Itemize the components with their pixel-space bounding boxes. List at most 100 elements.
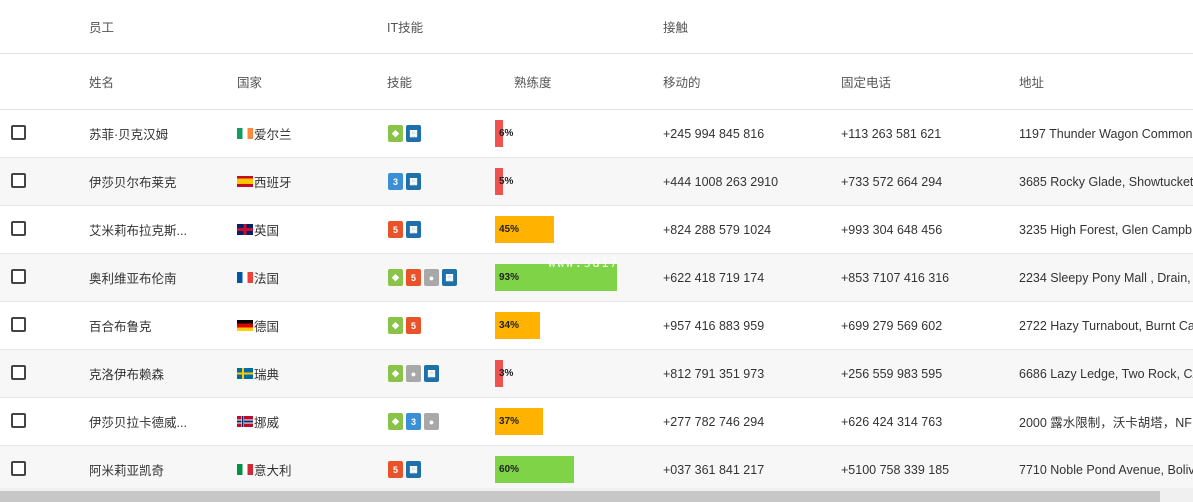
cell-mobile[interactable]: +245 994 845 816 (663, 110, 833, 157)
cell-proficiency[interactable]: 5% (495, 158, 645, 205)
cell-skills[interactable]: 5 ▦ (388, 206, 488, 253)
cell-country[interactable]: 西班牙 (237, 158, 367, 205)
column-header-skills[interactable]: 技能 (387, 54, 412, 109)
cell-mobile[interactable]: +824 288 579 1024 (663, 206, 833, 253)
proficiency-bar: 5% (495, 168, 513, 195)
windows-icon: ▦ (406, 461, 421, 478)
cell-address[interactable]: 3685 Rocky Glade, Showtucket (1019, 158, 1193, 205)
cell-name[interactable]: 奥利维亚布伦南 (89, 254, 197, 301)
cell-landline[interactable]: +993 304 648 456 (841, 206, 1011, 253)
table-row[interactable]: 百合布鲁克 德国 ◆ 5 34% +957 416 883 959 +699 279 569… (0, 302, 1193, 350)
employee-grid: 员工 IT技能 接触 姓名 国家 技能 熟练度 移动的 固定电话 地址 苏菲·贝… (0, 0, 1193, 494)
group-header-it-skills[interactable]: IT技能 (387, 0, 423, 53)
proficiency-label: 34% (499, 320, 520, 331)
cell-mobile[interactable]: +037 361 841 217 (663, 446, 833, 493)
cell-name[interactable]: 伊莎贝尔布莱克 (89, 158, 197, 205)
cell-country[interactable]: 英国 (237, 206, 367, 253)
es-flag-icon (237, 176, 253, 187)
cell-mobile[interactable]: +957 416 883 959 (663, 302, 833, 349)
cell-skills[interactable]: 5 ▦ (388, 446, 488, 493)
table-row[interactable]: 苏菲·贝克汉姆 爱尔兰 ◆ ▦ 6% +245 994 845 816 +113 263 5… (0, 110, 1193, 158)
android-icon: ◆ (388, 269, 403, 286)
cell-landline[interactable]: +5100 758 339 185 (841, 446, 1011, 493)
cell-proficiency[interactable]: 45% (495, 206, 645, 253)
cell-address[interactable]: 2000 露水限制，沃卡胡塔，NF (1019, 398, 1193, 445)
cell-country[interactable]: 意大利 (237, 446, 367, 493)
cell-name[interactable]: 百合布鲁克 (89, 302, 197, 349)
cell-address[interactable]: 7710 Noble Pond Avenue, Boliv (1019, 446, 1193, 493)
column-header-country[interactable]: 国家 (237, 54, 262, 109)
horizontal-scrollbar[interactable] (0, 488, 1193, 502)
cell-name[interactable]: 克洛伊布赖森 (89, 350, 197, 397)
cell-mobile[interactable]: +812 791 351 973 (663, 350, 833, 397)
cell-country[interactable]: 德国 (237, 302, 367, 349)
proficiency-label: 3% (499, 368, 514, 379)
cell-skills[interactable]: ◆ 3 ● (388, 398, 488, 445)
cell-name[interactable]: 阿米莉亚凯奇 (89, 446, 197, 493)
proficiency-label: 93% (499, 272, 520, 283)
name-text: 艾米莉布拉克斯... (89, 224, 187, 238)
row-checkbox[interactable] (11, 173, 26, 188)
cell-country[interactable]: 瑞典 (237, 350, 367, 397)
country-text: 西班牙 (254, 176, 292, 190)
cell-name[interactable]: 苏菲·贝克汉姆 (89, 110, 197, 157)
cell-address[interactable]: 1197 Thunder Wagon Common (1019, 110, 1193, 157)
row-checkbox[interactable] (11, 269, 26, 284)
cell-landline[interactable]: +113 263 581 621 (841, 110, 1011, 157)
column-header-proficiency[interactable]: 熟练度 (514, 54, 552, 109)
cell-skills[interactable]: ◆ 5 ● ▦ (388, 254, 488, 301)
ie-flag-icon (237, 128, 253, 139)
column-header-name[interactable]: 姓名 (89, 54, 114, 109)
cell-skills[interactable]: 3 ▦ (388, 158, 488, 205)
column-header-landline[interactable]: 固定电话 (841, 54, 891, 109)
cell-proficiency[interactable]: 3% (495, 350, 645, 397)
cell-country[interactable]: 爱尔兰 (237, 110, 367, 157)
cell-proficiency[interactable]: 60% (495, 446, 645, 493)
cell-mobile[interactable]: +622 418 719 174 (663, 254, 833, 301)
cell-skills[interactable]: ◆ ● ▦ (388, 350, 488, 397)
row-checkbox[interactable] (11, 461, 26, 476)
cell-name[interactable]: 伊莎贝拉卡德威... (89, 398, 197, 445)
gb-flag-icon (237, 224, 253, 235)
cell-landline[interactable]: +256 559 983 595 (841, 350, 1011, 397)
table-row[interactable]: 伊莎贝尔布莱克 西班牙 3 ▦ 5% +444 1008 263 2910 +733 572… (0, 158, 1193, 206)
name-text: 奥利维亚布伦南 (89, 272, 177, 286)
cell-landline[interactable]: +699 279 569 602 (841, 302, 1011, 349)
column-header-mobile[interactable]: 移动的 (663, 54, 701, 109)
cell-landline[interactable]: +733 572 664 294 (841, 158, 1011, 205)
table-row[interactable]: 艾米莉布拉克斯... 英国 5 ▦ 45% +824 288 579 1024 +993 3… (0, 206, 1193, 254)
proficiency-bar: 6% (495, 120, 513, 147)
css3-icon: 3 (388, 173, 403, 190)
cell-landline[interactable]: +853 7107 416 316 (841, 254, 1011, 301)
cell-address[interactable]: 6686 Lazy Ledge, Two Rock, CA (1019, 350, 1193, 397)
scrollbar-thumb[interactable] (0, 491, 1160, 502)
row-checkbox[interactable] (11, 365, 26, 380)
cell-address[interactable]: 3235 High Forest, Glen Campb (1019, 206, 1193, 253)
cell-address[interactable]: 2234 Sleepy Pony Mall , Drain, (1019, 254, 1193, 301)
column-header-address[interactable]: 地址 (1019, 54, 1044, 109)
table-row[interactable]: 伊莎贝拉卡德威... 挪威 ◆ 3 ● 37% +277 782 746 294 +626 4… (0, 398, 1193, 446)
row-checkbox[interactable] (11, 125, 26, 140)
cell-address[interactable]: 2722 Hazy Turnabout, Burnt Ca (1019, 302, 1193, 349)
proficiency-bar: 34% (495, 312, 540, 339)
cell-name[interactable]: 艾米莉布拉克斯... (89, 206, 197, 253)
table-row[interactable]: 阿米莉亚凯奇 意大利 5 ▦ 60% +037 361 841 217 +5100 758 … (0, 446, 1193, 494)
fr-flag-icon (237, 272, 253, 283)
cell-mobile[interactable]: +444 1008 263 2910 (663, 158, 833, 205)
table-row[interactable]: 克洛伊布赖森 瑞典 ◆ ● ▦ 3% +812 791 351 973 +256 559 98… (0, 350, 1193, 398)
row-checkbox[interactable] (11, 413, 26, 428)
cell-mobile[interactable]: +277 782 746 294 (663, 398, 833, 445)
proficiency-label: 37% (499, 416, 520, 427)
row-checkbox[interactable] (11, 317, 26, 332)
cell-proficiency[interactable]: 34% (495, 302, 645, 349)
cell-country[interactable]: 法国 (237, 254, 367, 301)
cell-skills[interactable]: ◆ 5 (388, 302, 488, 349)
row-checkbox[interactable] (11, 221, 26, 236)
cell-country[interactable]: 挪威 (237, 398, 367, 445)
group-header-contact[interactable]: 接触 (663, 0, 688, 53)
cell-proficiency[interactable]: 37% (495, 398, 645, 445)
cell-skills[interactable]: ◆ ▦ (388, 110, 488, 157)
group-header-employee[interactable]: 员工 (89, 0, 114, 53)
cell-proficiency[interactable]: 6% (495, 110, 645, 157)
cell-landline[interactable]: +626 424 314 763 (841, 398, 1011, 445)
